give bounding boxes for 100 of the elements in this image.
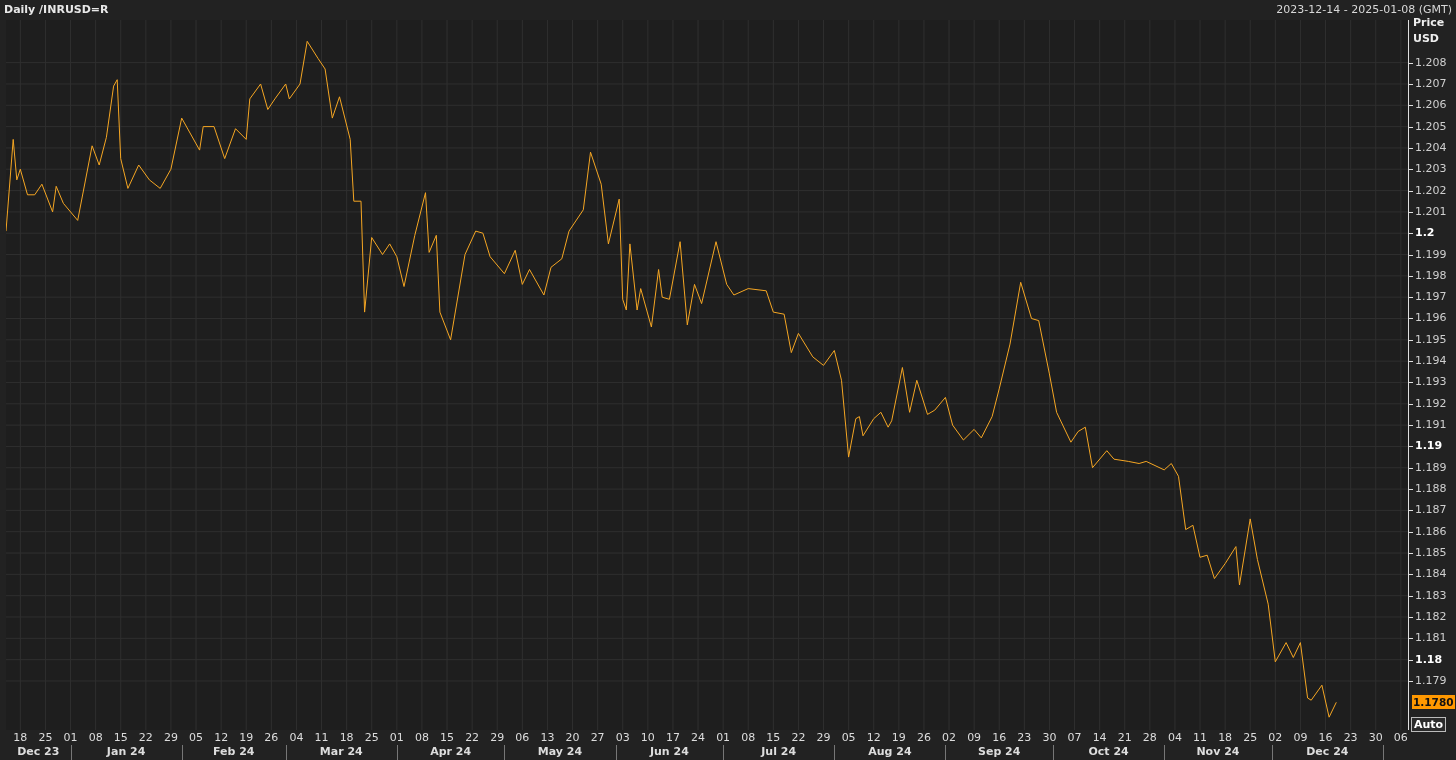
y-axis-label: 1.207 [1415,77,1447,90]
y-axis-label: 1.206 [1415,99,1447,112]
x-axis-day-label: 27 [590,731,605,744]
x-axis-month-label: Sep 24 [978,745,1021,758]
x-axis-day-label: 30 [1368,731,1383,744]
x-axis-month-label: Jun 24 [649,745,689,758]
x-axis-day-label: 18 [13,731,28,744]
x-axis-day-label: 05 [841,731,856,744]
x-axis-day-label: 30 [1042,731,1057,744]
y-axis-label: 1.181 [1415,632,1447,645]
x-axis-day-label: 18 [1218,731,1233,744]
y-axis-label: 1.199 [1415,248,1447,261]
y-axis-label: 1.186 [1415,525,1447,538]
x-axis-month-label: Oct 24 [1088,745,1129,758]
x-axis-day-label: 15 [766,731,781,744]
x-axis-day-label: 08 [88,731,103,744]
x-axis-day-label: 13 [540,731,555,744]
y-axis-label: 1.198 [1415,269,1447,282]
x-axis-day-label: 20 [565,731,580,744]
y-axis-label: 1.202 [1415,184,1447,197]
x-axis-day-label: 04 [289,731,304,744]
date-range: 2023-12-14 - 2025-01-08 (GMT) [1276,2,1452,16]
y-axis-label: 1.18 [1415,653,1443,666]
y-axis-label: 1.201 [1415,205,1447,218]
x-axis-day-label: 25 [1243,731,1258,744]
x-axis-day-label: 01 [716,731,731,744]
x-axis-day-label: 02 [1268,731,1283,744]
y-axis-label: 1.182 [1415,611,1447,623]
x-axis-day-label: 23 [1017,731,1032,744]
y-axis-label: 1.208 [1415,56,1447,69]
x-axis-day-label: 28 [1142,731,1157,744]
x-axis-day-label: 18 [339,731,354,744]
x-axis-day-label: 09 [1293,731,1308,744]
y-axis-label: 1.196 [1415,312,1447,325]
x-axis-month-label: Mar 24 [319,745,363,758]
x-axis-month-label: Jan 24 [106,745,146,758]
axis-header-label: Price [1413,16,1445,29]
x-axis-day-label: 14 [1092,731,1107,744]
x-axis-day-label: 22 [791,731,806,744]
x-axis-day-label: 08 [741,731,756,744]
y-axis-label: 1.193 [1415,376,1447,389]
x-axis-month-label: Feb 24 [212,745,255,758]
x-axis-day-label: 05 [189,731,204,744]
x-axis-day-label: 02 [942,731,957,744]
chart-title: Daily /INRUSD=R [4,2,109,16]
x-axis-day-label: 29 [490,731,505,744]
x-axis-day-label: 06 [1393,731,1408,744]
y-axis-label: 1.203 [1415,163,1447,176]
x-axis-day-label: 09 [967,731,982,744]
x-axis-day-label: 12 [866,731,881,744]
x-axis-day-label: 12 [214,731,229,744]
x-axis-day-label: 03 [615,731,630,744]
y-axis-label: 1.19 [1415,440,1443,453]
x-axis-day-label: 24 [691,731,706,744]
x-axis-day-label: 10 [640,731,655,744]
y-axis-label: 1.195 [1415,333,1447,346]
x-axis-day-label: 11 [1193,731,1207,744]
x-axis-day-label: 29 [816,731,831,744]
last-price-badge: 1.1780 [1412,695,1455,710]
axis-header-label: USD [1413,32,1439,45]
y-axis-label: 1.191 [1415,419,1447,432]
x-axis-day-label: 25 [364,731,379,744]
y-axis-label: 1.192 [1415,397,1447,410]
x-axis-day-label: 25 [38,731,53,744]
y-axis-label: 1.204 [1415,141,1447,154]
x-axis-day-label: 23 [1343,731,1358,744]
x-axis-month-label: Dec 23 [17,745,60,758]
y-axis-label: 1.188 [1415,483,1447,496]
x-axis-day-label: 01 [389,731,404,744]
x-axis-day-label: 08 [414,731,429,744]
x-axis-day-label: 16 [1318,731,1333,744]
x-axis-day-label: 01 [63,731,78,744]
x-axis-month-label: Jul 24 [761,745,797,758]
x-axis-day-label: 11 [314,731,329,744]
y-axis-label: 1.189 [1415,461,1447,474]
x-axis-month-label: Dec 24 [1306,745,1349,758]
y-axis-label: 1.183 [1415,589,1447,602]
x-axis-day-label: 22 [138,731,153,744]
x-axis-day-label: 19 [891,731,906,744]
x-axis-month-label: Nov 24 [1196,745,1240,758]
x-axis-month-label: Apr 24 [430,745,472,758]
x-axis-month-label: May 24 [537,745,583,758]
x-axis-day-label: 16 [992,731,1007,744]
auto-scale-button[interactable]: Auto [1411,717,1447,732]
y-axis-label: 1.2 [1415,227,1435,240]
x-axis-day-label: 22 [465,731,480,744]
y-axis-label: 1.179 [1415,674,1447,687]
y-axis-label: 1.185 [1415,547,1447,560]
x-axis-day-label: 26 [916,731,931,744]
x-axis-day-label: 04 [1167,731,1182,744]
x-axis-day-label: 15 [440,731,455,744]
x-axis-month-label: Aug 24 [868,745,912,758]
y-axis-label: 1.197 [1415,291,1447,304]
x-axis-day-label: 19 [239,731,254,744]
x-axis-day-label: 21 [1117,731,1132,744]
x-axis-day-label: 15 [113,731,128,744]
y-axis-label: 1.184 [1415,568,1447,581]
y-axis-label: 1.194 [1415,355,1447,368]
x-axis-day-label: 29 [163,731,178,744]
y-axis-label: 1.187 [1415,504,1447,517]
